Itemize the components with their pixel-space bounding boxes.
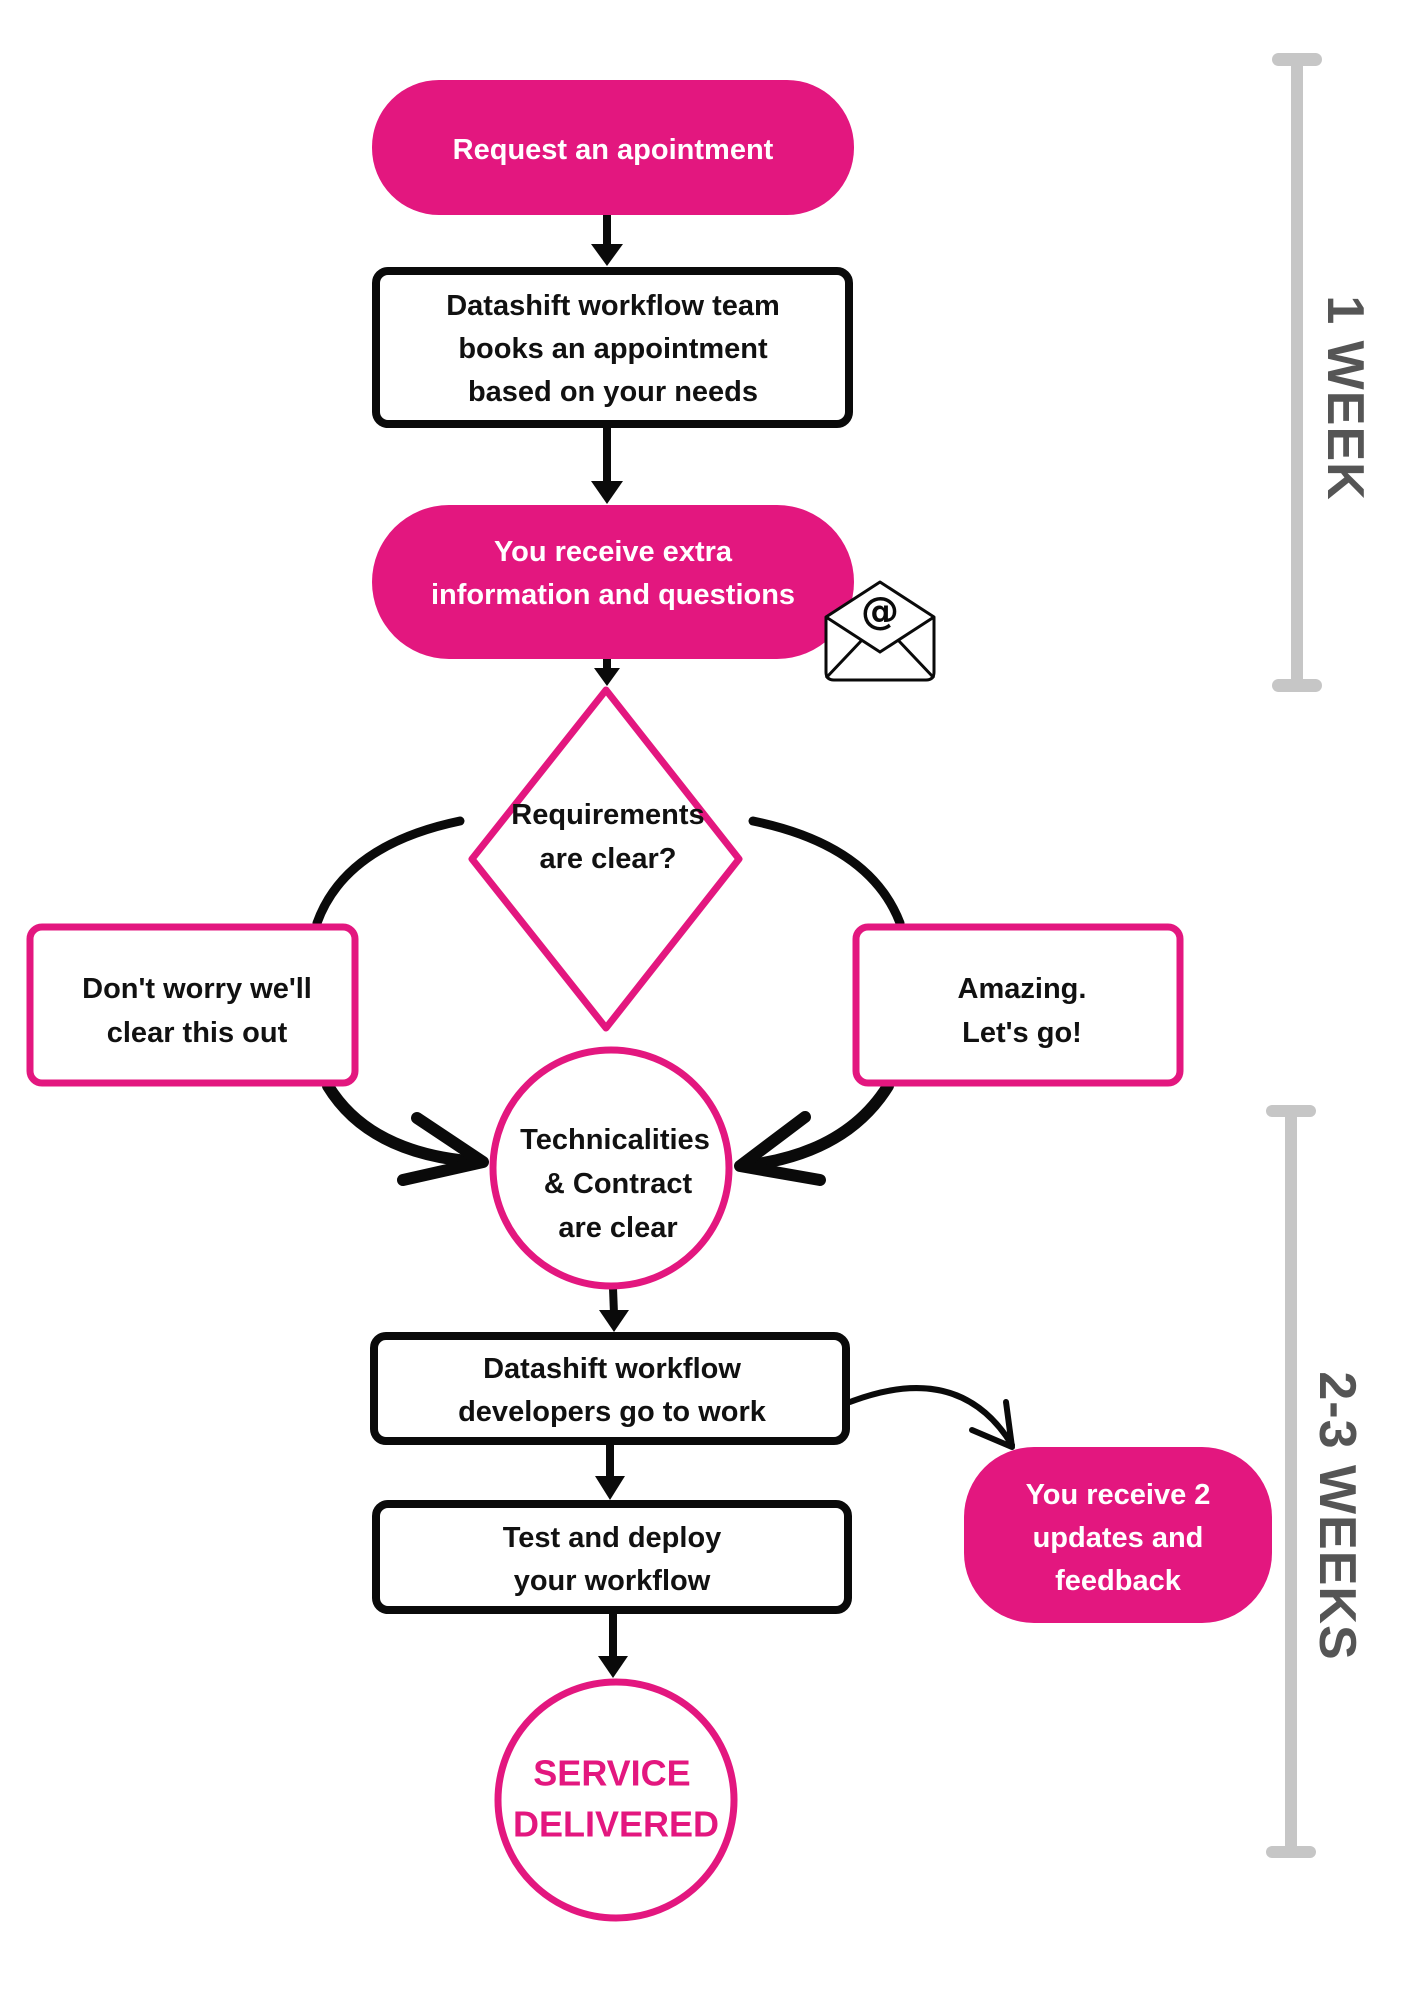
node-label-line: your workflow bbox=[514, 1565, 711, 1597]
node-developers-work: Datashift workflow developers go to work bbox=[370, 1332, 850, 1445]
timeline-cap-top bbox=[1272, 53, 1322, 66]
node-label-line: based on your needs bbox=[468, 376, 758, 408]
timeline-bar bbox=[1291, 58, 1303, 688]
arrow-books-to-receive bbox=[591, 428, 623, 504]
node-label-line: Don't worry we'll bbox=[82, 973, 312, 1005]
curve-decision-to-yes bbox=[748, 816, 905, 928]
timeline-cap-bottom bbox=[1266, 1846, 1316, 1858]
node-label-line: Technicalities bbox=[520, 1124, 710, 1156]
timeline-cap-top bbox=[1266, 1105, 1316, 1117]
node-label-line: Datashift workflow bbox=[483, 1353, 741, 1385]
node-label-line: SERVICE bbox=[533, 1753, 690, 1794]
node-label-line: books an appointment bbox=[458, 333, 768, 365]
node-decision-requirements: Requirements are clear? bbox=[468, 686, 743, 1032]
node-label-line: Datashift workflow team bbox=[446, 290, 780, 322]
node-label-line: Let's go! bbox=[962, 1017, 1082, 1049]
timeline-bar bbox=[1285, 1110, 1297, 1852]
timeline-cap-bottom bbox=[1272, 679, 1322, 692]
node-label-line: Requirements bbox=[511, 799, 704, 831]
arrow-technicalities-to-developers bbox=[599, 1287, 629, 1332]
node-label-line: Amazing. bbox=[958, 973, 1087, 1005]
arrow-developers-to-test bbox=[595, 1445, 625, 1500]
node-receive-updates: You receive 2 updates and feedback bbox=[964, 1447, 1272, 1623]
box-shape bbox=[852, 923, 1184, 1087]
arrow-request-to-books bbox=[591, 214, 623, 266]
node-label-line: information and questions bbox=[431, 579, 795, 611]
timeline-label: 1 WEEK bbox=[1316, 295, 1374, 500]
node-technicalities-clear: Technicalities & Contract are clear bbox=[489, 1046, 733, 1290]
node-label-line: feedback bbox=[1055, 1565, 1182, 1597]
node-label-line: updates and bbox=[1033, 1522, 1204, 1554]
arrow-developers-to-updates bbox=[847, 1385, 1015, 1450]
node-label-line: developers go to work bbox=[458, 1396, 767, 1428]
node-label-line: & Contract bbox=[544, 1168, 693, 1200]
timeline-label: 2-3 WEEKS bbox=[1308, 1371, 1366, 1660]
node-label-line: You receive extra bbox=[494, 536, 733, 568]
node-receive-extra-info: You receive extra information and questi… bbox=[372, 505, 936, 682]
timeline-2-3-weeks: 2-3 WEEKS bbox=[1266, 1105, 1366, 1858]
box-shape bbox=[26, 923, 359, 1087]
workflow-diagram: 1 WEEK 2-3 WEEKS Request an apointment D… bbox=[26, 53, 1374, 1922]
svg-text:@: @ bbox=[861, 589, 899, 633]
node-yes-lets-go: Amazing. Let's go! bbox=[852, 923, 1184, 1087]
node-team-books-appointment: Datashift workflow team books an appoint… bbox=[372, 267, 853, 428]
node-label-line: You receive 2 bbox=[1026, 1479, 1211, 1511]
node-label: Request an apointment bbox=[453, 134, 774, 166]
arrow-receive-to-decision bbox=[594, 659, 620, 686]
arrow-yes-to-technicalities bbox=[734, 1080, 894, 1186]
circle-shape bbox=[494, 1678, 738, 1922]
node-no-clear-out: Don't worry we'll clear this out bbox=[26, 923, 359, 1087]
arrow-test-to-delivered bbox=[598, 1614, 628, 1678]
node-label-line: are clear bbox=[558, 1212, 677, 1244]
node-label-line: clear this out bbox=[107, 1017, 288, 1049]
node-test-deploy: Test and deploy your workflow bbox=[372, 1500, 852, 1614]
node-label-line: DELIVERED bbox=[513, 1804, 719, 1845]
timeline-1-week: 1 WEEK bbox=[1272, 53, 1374, 692]
node-label-line: Test and deploy bbox=[503, 1522, 722, 1554]
curve-decision-to-no bbox=[312, 816, 465, 928]
arrow-no-to-technicalities bbox=[322, 1080, 489, 1186]
node-request-appointment: Request an apointment bbox=[372, 80, 854, 215]
node-label-line: are clear? bbox=[539, 843, 676, 875]
node-service-delivered: SERVICE DELIVERED bbox=[494, 1678, 738, 1922]
